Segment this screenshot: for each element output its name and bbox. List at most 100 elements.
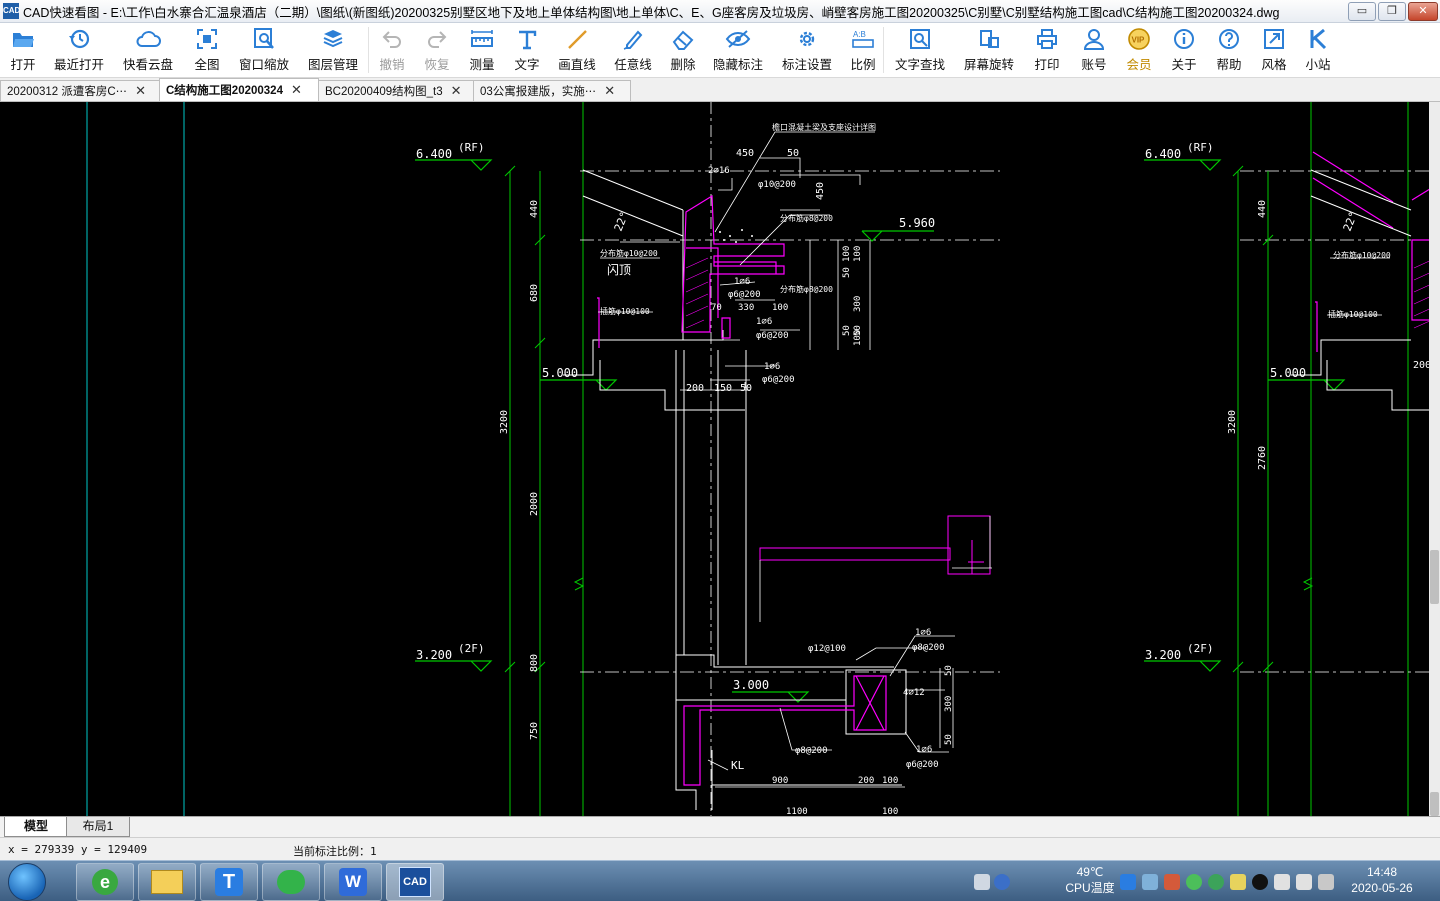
taskbar: e T W CAD 49℃ CPU温度 14:48 2020-05-26 bbox=[0, 860, 1440, 901]
help-icon bbox=[1216, 27, 1242, 51]
style-button[interactable]: 风格 bbox=[1252, 23, 1296, 73]
annotation-scale: 当前标注比例：1 bbox=[293, 845, 377, 858]
taskbar-text-app[interactable]: T bbox=[200, 863, 258, 901]
dim-150: 150 bbox=[714, 383, 732, 394]
account-button[interactable]: 账号 bbox=[1072, 23, 1116, 73]
dim-450: 450 bbox=[736, 148, 754, 159]
undo-button[interactable]: 撤销 bbox=[369, 23, 415, 73]
dim-1100: 1100 bbox=[786, 807, 808, 816]
dim-900: 900 bbox=[772, 776, 788, 786]
note-dist-8-200-b: 分布筋φ8@200 bbox=[780, 284, 833, 294]
erase-button[interactable]: 删除 bbox=[661, 23, 705, 73]
angle-left: 22° bbox=[612, 210, 631, 233]
keyboard-icon[interactable] bbox=[974, 874, 990, 890]
taskbar-wechat[interactable] bbox=[262, 863, 320, 901]
fit-all-button[interactable]: 全图 bbox=[184, 23, 230, 73]
rotate-screen-button[interactable]: 屏幕旋转 bbox=[956, 23, 1022, 73]
freehand-button[interactable]: 任意线 bbox=[605, 23, 661, 73]
help-tray-icon[interactable] bbox=[994, 874, 1010, 890]
cloud-drive-button[interactable]: 快看云盘 bbox=[112, 23, 184, 73]
wechat-tray-icon[interactable] bbox=[1186, 874, 1202, 890]
print-button[interactable]: 打印 bbox=[1022, 23, 1072, 73]
help-button[interactable]: 帮助 bbox=[1206, 23, 1252, 73]
k-logo-icon bbox=[1305, 27, 1331, 51]
bar-8-200-c: φ8@200 bbox=[795, 746, 828, 756]
dim-450-vert: 450 bbox=[815, 182, 826, 200]
redo-button[interactable]: 恢复 bbox=[415, 23, 459, 73]
f2-label-right: (2F) bbox=[1187, 642, 1214, 655]
miniapp-button[interactable]: 小站 bbox=[1296, 23, 1340, 73]
dim-settings-button[interactable]: 标注设置 bbox=[771, 23, 843, 73]
minimize-button[interactable]: ▭ bbox=[1348, 2, 1376, 21]
open-button[interactable]: 打开 bbox=[0, 23, 46, 73]
drawing-canvas[interactable]: 6.400 (RF) 6.400 (RF) 3.200 (2F) 3.200 (… bbox=[0, 102, 1440, 816]
tab-model[interactable]: 模型 bbox=[4, 817, 68, 837]
level-rf-right: 6.400 bbox=[1145, 147, 1181, 161]
bar-6-200-d: φ6@200 bbox=[906, 760, 939, 770]
wps-icon: W bbox=[339, 868, 367, 896]
dim-2000-left: 2000 bbox=[529, 492, 540, 516]
start-button[interactable] bbox=[8, 863, 46, 901]
scroll-thumb-secondary[interactable] bbox=[1430, 792, 1439, 816]
bar-1a6-a: 1⌀6 bbox=[734, 277, 750, 287]
dim-200-b: 200 bbox=[858, 776, 874, 786]
folder-tray-icon[interactable] bbox=[1230, 874, 1246, 890]
about-button[interactable]: 关于 bbox=[1162, 23, 1206, 73]
display-icon[interactable] bbox=[1318, 874, 1334, 890]
folder-open-icon bbox=[10, 27, 36, 51]
tab-layout1[interactable]: 布局1 bbox=[66, 817, 130, 837]
window-zoom-button[interactable]: 窗口缩放 bbox=[230, 23, 298, 73]
find-text-button[interactable]: 文字查找 bbox=[884, 23, 956, 73]
taskbar-cad-viewer[interactable]: CAD bbox=[386, 863, 444, 901]
sync-icon[interactable] bbox=[1208, 874, 1224, 890]
draw-line-button[interactable]: 画直线 bbox=[549, 23, 605, 73]
undo-icon bbox=[379, 27, 405, 51]
close-tab-icon[interactable]: ✕ bbox=[291, 82, 302, 98]
taskbar-ie[interactable]: e bbox=[76, 863, 134, 901]
hide-dims-button[interactable]: 隐藏标注 bbox=[705, 23, 771, 73]
close-tab-icon[interactable]: ✕ bbox=[604, 83, 615, 99]
close-tab-icon[interactable]: ✕ bbox=[451, 83, 462, 99]
scale-button[interactable]: A:B 比例 bbox=[843, 23, 883, 73]
cloud-icon bbox=[135, 27, 161, 51]
close-button[interactable]: ✕ bbox=[1408, 2, 1438, 21]
dim-3200-left: 3200 bbox=[499, 410, 510, 434]
close-tab-icon[interactable]: ✕ bbox=[135, 83, 146, 99]
dim-vert-50b: 50 bbox=[842, 325, 852, 336]
network-icon[interactable] bbox=[1142, 874, 1158, 890]
cad-drawing[interactable]: 6.400 (RF) 6.400 (RF) 3.200 (2F) 3.200 (… bbox=[0, 102, 1440, 816]
doc-tab[interactable]: BC20200409结构图_t3 ✕ bbox=[318, 80, 474, 101]
restore-button[interactable]: ❐ bbox=[1378, 2, 1406, 21]
shield-icon[interactable] bbox=[1120, 874, 1136, 890]
scroll-thumb[interactable] bbox=[1430, 550, 1439, 604]
dim-100-c: 100 bbox=[882, 807, 898, 816]
layers-button[interactable]: 图层管理 bbox=[298, 23, 368, 73]
speaker-icon[interactable] bbox=[1274, 874, 1290, 890]
dim-beam-50a: 50 bbox=[944, 665, 954, 676]
taskbar-wps[interactable]: W bbox=[324, 863, 382, 901]
text-button[interactable]: 文字 bbox=[505, 23, 549, 73]
qq-icon[interactable] bbox=[1252, 874, 1268, 890]
info-icon bbox=[1171, 27, 1197, 51]
bar-6-200-b: φ6@200 bbox=[756, 331, 789, 341]
measure-button[interactable]: 测量 bbox=[459, 23, 505, 73]
bar-2a16: 2⌀16 bbox=[708, 166, 730, 176]
dim-vert-100a: 100 bbox=[842, 246, 852, 262]
main-toolbar: 打开 最近打开 快看云盘 全图 窗口缩放 图层管理 撤销 恢复 测量 文字 画直… bbox=[0, 23, 1440, 78]
doc-tab-active[interactable]: C结构施工图20200324 ✕ bbox=[159, 78, 319, 101]
doc-tab[interactable]: 03公寓报建版，实施⋯ ✕ bbox=[473, 80, 631, 101]
doc-tab[interactable]: 20200312 派遭客房C⋯ ✕ bbox=[0, 80, 160, 101]
vip-badge-icon: VIP bbox=[1126, 27, 1152, 51]
rf-label-right: (RF) bbox=[1187, 141, 1214, 154]
cad-app-icon: CAD bbox=[399, 867, 431, 897]
vip-button[interactable]: VIP 会员 bbox=[1116, 23, 1162, 73]
dim-800-left: 800 bbox=[529, 654, 540, 672]
vertical-scrollbar[interactable] bbox=[1429, 102, 1440, 816]
app-tray-icon[interactable] bbox=[1164, 874, 1180, 890]
volume-icon[interactable] bbox=[1296, 874, 1312, 890]
bar-1a6-d: 1⌀6 bbox=[915, 628, 931, 638]
wechat-icon bbox=[277, 870, 305, 894]
layers-icon bbox=[320, 27, 346, 51]
recent-button[interactable]: 最近打开 bbox=[46, 23, 112, 73]
taskbar-explorer[interactable] bbox=[138, 863, 196, 901]
